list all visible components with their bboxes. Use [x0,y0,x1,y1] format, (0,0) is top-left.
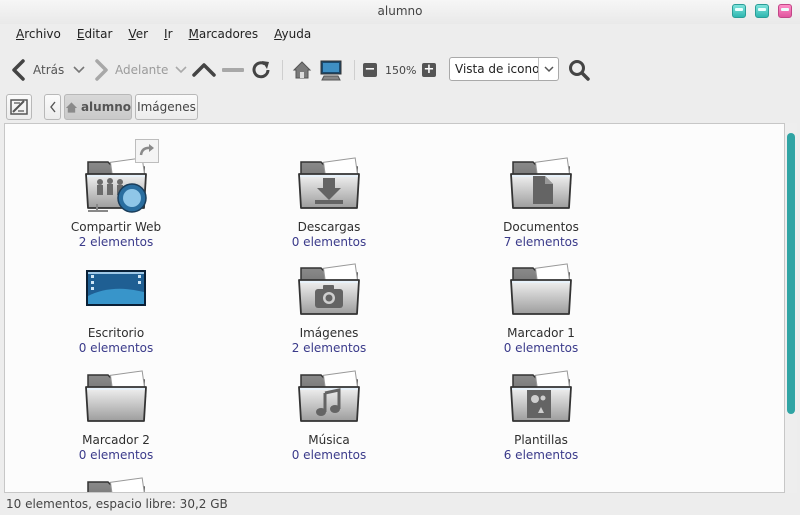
menu-marcadores[interactable]: Marcadores [181,26,267,44]
toolbar: Atrás Adelante − 150% + Vista de icono [10,54,800,86]
back-label: Atrás [33,63,65,77]
zoom-out-button[interactable]: − [363,54,377,86]
item-count: 0 elementos [78,341,154,355]
file-item[interactable]: Escritorio 0 elementos [36,260,196,356]
item-count: 0 elementos [503,341,579,355]
computer-icon [320,60,342,81]
templates-folder-icon [510,369,572,422]
home-icon [292,61,312,79]
item-count: 0 elementos [78,448,154,462]
file-item[interactable]: Música 0 elementos [249,367,409,463]
location-bar: alumno Imágenes [6,94,796,120]
arrow-right-icon [95,59,108,81]
search-icon [569,60,590,81]
window-controls [732,4,792,18]
file-item[interactable]: Descargas 0 elementos [249,154,409,250]
stop-icon [222,68,244,72]
file-item[interactable] [36,474,196,492]
breadcrumb-imagenes[interactable]: Imágenes [135,94,198,120]
menu-ver[interactable]: Ver [120,26,156,44]
file-item[interactable]: Compartir Web 2 elementos [36,139,196,250]
maximize-button[interactable] [755,4,769,18]
item-name: Compartir Web [70,220,162,234]
arrow-left-icon [12,59,25,81]
file-item[interactable]: Marcador 2 0 elementos [36,367,196,463]
separator [282,60,283,80]
file-item[interactable]: Imágenes 2 elementos [249,260,409,356]
menu-ayuda[interactable]: Ayuda [266,26,319,44]
symlink-emblem-icon [135,139,159,163]
menu-bar: Archivo Editar Ver Ir Marcadores Ayuda [8,26,319,44]
downloads-folder-icon [298,156,360,209]
separator [354,60,355,80]
chevron-left-icon [49,101,56,113]
home-button[interactable] [292,54,312,86]
vertical-scrollbar[interactable] [785,123,797,493]
scrollbar-thumb[interactable] [787,133,795,414]
forward-button[interactable]: Adelante [92,54,188,86]
item-name: Música [308,433,350,447]
pictures-folder-icon [298,262,360,315]
close-button[interactable] [778,4,792,18]
item-count: 7 elementos [503,235,579,249]
chevron-down-icon [73,66,85,74]
file-item[interactable]: Plantillas 6 elementos [461,367,621,463]
documents-folder-icon [510,156,572,209]
item-name: Marcador 2 [82,433,150,447]
stop-button[interactable] [221,54,245,86]
crumb-left-button[interactable] [44,94,61,120]
folder-icon [510,262,572,315]
search-button[interactable] [567,54,591,86]
item-name: Documentos [503,220,579,234]
chevron-down-icon [538,58,558,80]
item-name: Descargas [297,220,361,234]
item-count: 2 elementos [291,341,367,355]
item-count: 0 elementos [291,448,367,462]
folder-icon [85,476,147,492]
up-button[interactable] [191,54,217,86]
reload-button[interactable] [249,54,273,86]
zoom-in-button[interactable]: + [422,54,436,86]
home-icon [65,101,78,113]
plus-icon: + [422,62,436,77]
file-view[interactable]: Compartir Web 2 elementos Descargas 0 el… [4,123,785,493]
item-name: Escritorio [87,326,145,340]
item-name: Imágenes [299,326,359,340]
menu-ir[interactable]: Ir [156,26,180,44]
menu-editar[interactable]: Editar [69,26,121,44]
reload-icon [252,61,270,79]
item-count: 0 elementos [291,235,367,249]
computer-button[interactable] [319,54,343,86]
menu-archivo[interactable]: Archivo [8,26,69,44]
toggle-location-button[interactable] [6,94,32,120]
title-bar: alumno [0,0,800,24]
item-name: Marcador 1 [507,326,575,340]
window-title: alumno [377,4,423,18]
folder-icon [85,369,147,422]
item-name: Plantillas [514,433,568,447]
file-item[interactable]: Documentos 7 elementos [461,154,621,250]
item-count: 2 elementos [78,235,154,249]
item-count: 6 elementos [503,448,579,462]
status-bar: 10 elementos, espacio libre: 30,2 GB [6,497,228,511]
forward-label: Adelante [115,63,169,77]
edit-location-icon [10,99,28,115]
breadcrumb-home[interactable]: alumno [64,94,132,120]
back-button[interactable]: Atrás [10,54,86,86]
minus-icon: − [363,62,377,77]
view-mode-select[interactable]: Vista de icono [449,57,559,81]
file-item[interactable]: Marcador 1 0 elementos [461,260,621,356]
zoom-level: 150% [385,63,417,77]
minimize-button[interactable] [732,4,746,18]
chevron-down-icon [175,66,187,74]
music-folder-icon [298,369,360,422]
desktop-icon [86,270,146,306]
arrow-up-icon [192,63,216,77]
